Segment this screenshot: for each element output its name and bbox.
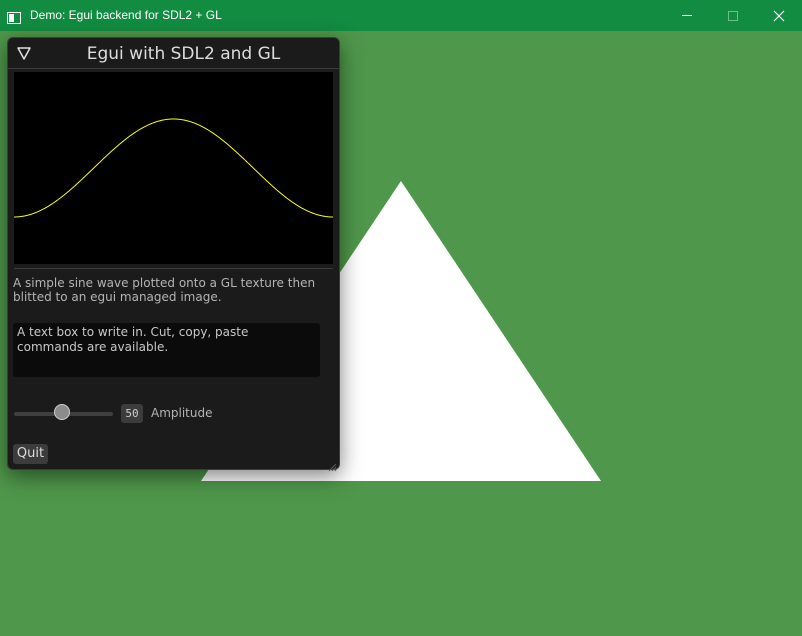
amplitude-label: Amplitude (151, 406, 213, 420)
quit-button[interactable]: Quit (13, 444, 48, 464)
minimize-button[interactable] (664, 0, 710, 31)
text-edit-box[interactable]: A text box to write in. Cut, copy, paste… (13, 323, 320, 377)
maximize-icon (728, 11, 738, 21)
amplitude-slider-handle[interactable] (54, 404, 70, 420)
close-button[interactable] (756, 0, 802, 31)
minimize-icon (682, 15, 692, 16)
egui-window-title[interactable]: Egui with SDL2 and GL (38, 43, 329, 65)
resize-grip-icon[interactable] (327, 457, 337, 472)
os-title-bar[interactable]: Demo: Egui backend for SDL2 + GL (0, 0, 802, 31)
window-app-icon (7, 9, 21, 24)
plot-separator (14, 268, 333, 269)
sine-wave-plot (14, 72, 333, 264)
maximize-button[interactable] (710, 0, 756, 31)
window-title: Demo: Egui backend for SDL2 + GL (30, 8, 222, 22)
amplitude-value-field[interactable]: 50 (121, 404, 143, 423)
collapse-triangle-icon[interactable] (16, 45, 32, 61)
close-icon (773, 10, 785, 22)
title-separator (8, 68, 339, 69)
egui-window[interactable]: Egui with SDL2 and GL A simple sine wave… (7, 37, 340, 472)
sine-wave-line (14, 118, 333, 218)
plot-caption: A simple sine wave plotted onto a GL tex… (13, 276, 316, 304)
